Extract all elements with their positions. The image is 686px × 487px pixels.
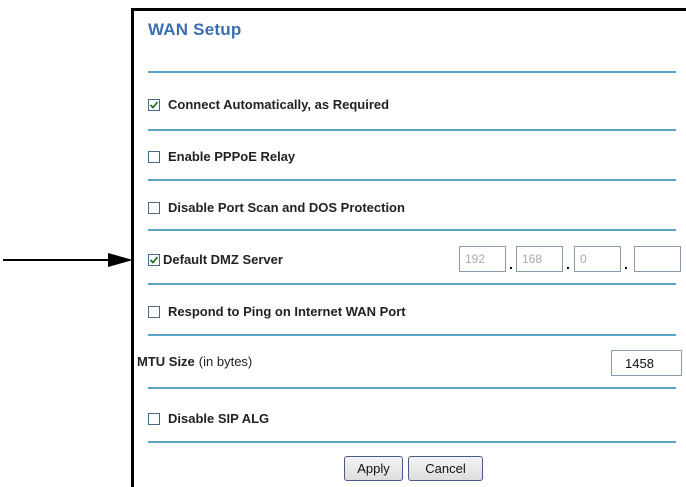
- dmz-ip-octet-1[interactable]: 192: [459, 246, 506, 272]
- divider: [148, 71, 676, 73]
- pppoe-relay-checkbox[interactable]: [148, 150, 160, 163]
- wan-setup-panel: WAN Setup Connect Automatically, as Requ…: [131, 8, 686, 487]
- connect-auto-label: Connect Automatically, as Required: [168, 97, 390, 112]
- checkmark-icon: [149, 100, 159, 109]
- divider: [148, 283, 676, 285]
- dmz-row: Default DMZ Server: [148, 252, 283, 267]
- apply-button[interactable]: Apply: [344, 456, 403, 481]
- dmz-ip-octet-3[interactable]: 0: [574, 246, 621, 272]
- mtu-size-input[interactable]: 1458: [611, 350, 682, 376]
- pppoe-relay-row: Enable PPPoE Relay: [148, 149, 295, 164]
- page-title: WAN Setup: [148, 20, 242, 39]
- respond-ping-checkbox[interactable]: [148, 305, 160, 318]
- dmz-checkbox[interactable]: [148, 253, 160, 266]
- divider: [148, 387, 676, 389]
- checkmark-icon: [149, 255, 159, 264]
- disable-sip-checkbox[interactable]: [148, 412, 160, 425]
- dmz-label: Default DMZ Server: [163, 252, 283, 267]
- respond-ping-label: Respond to Ping on Internet WAN Port: [168, 304, 406, 319]
- mtu-label: MTU Size: [137, 354, 195, 369]
- disable-sip-row: Disable SIP ALG: [148, 411, 269, 426]
- cancel-button[interactable]: Cancel: [408, 456, 483, 481]
- disable-sip-label: Disable SIP ALG: [168, 411, 270, 426]
- mtu-row: MTU Size (in bytes): [137, 354, 252, 369]
- connect-auto-row: Connect Automatically, as Required: [148, 97, 389, 112]
- divider: [148, 334, 676, 336]
- disable-port-scan-row: Disable Port Scan and DOS Protection: [148, 200, 405, 215]
- mtu-unit: (in bytes): [198, 354, 253, 369]
- respond-ping-row: Respond to Ping on Internet WAN Port: [148, 304, 406, 319]
- divider: [148, 129, 676, 131]
- disable-port-scan-label: Disable Port Scan and DOS Protection: [168, 200, 405, 215]
- pppoe-relay-label: Enable PPPoE Relay: [168, 149, 296, 164]
- divider: [148, 179, 676, 181]
- disable-port-scan-checkbox[interactable]: [148, 201, 160, 214]
- callout-arrow-icon: [3, 253, 133, 267]
- ip-separator: .: [624, 256, 628, 272]
- divider: [148, 441, 676, 443]
- ip-separator: .: [566, 256, 570, 272]
- ip-separator: .: [509, 256, 513, 272]
- dmz-ip-octet-4[interactable]: [634, 246, 681, 272]
- divider: [148, 229, 676, 231]
- connect-auto-checkbox[interactable]: [148, 98, 160, 111]
- dmz-ip-octet-2[interactable]: 168: [516, 246, 563, 272]
